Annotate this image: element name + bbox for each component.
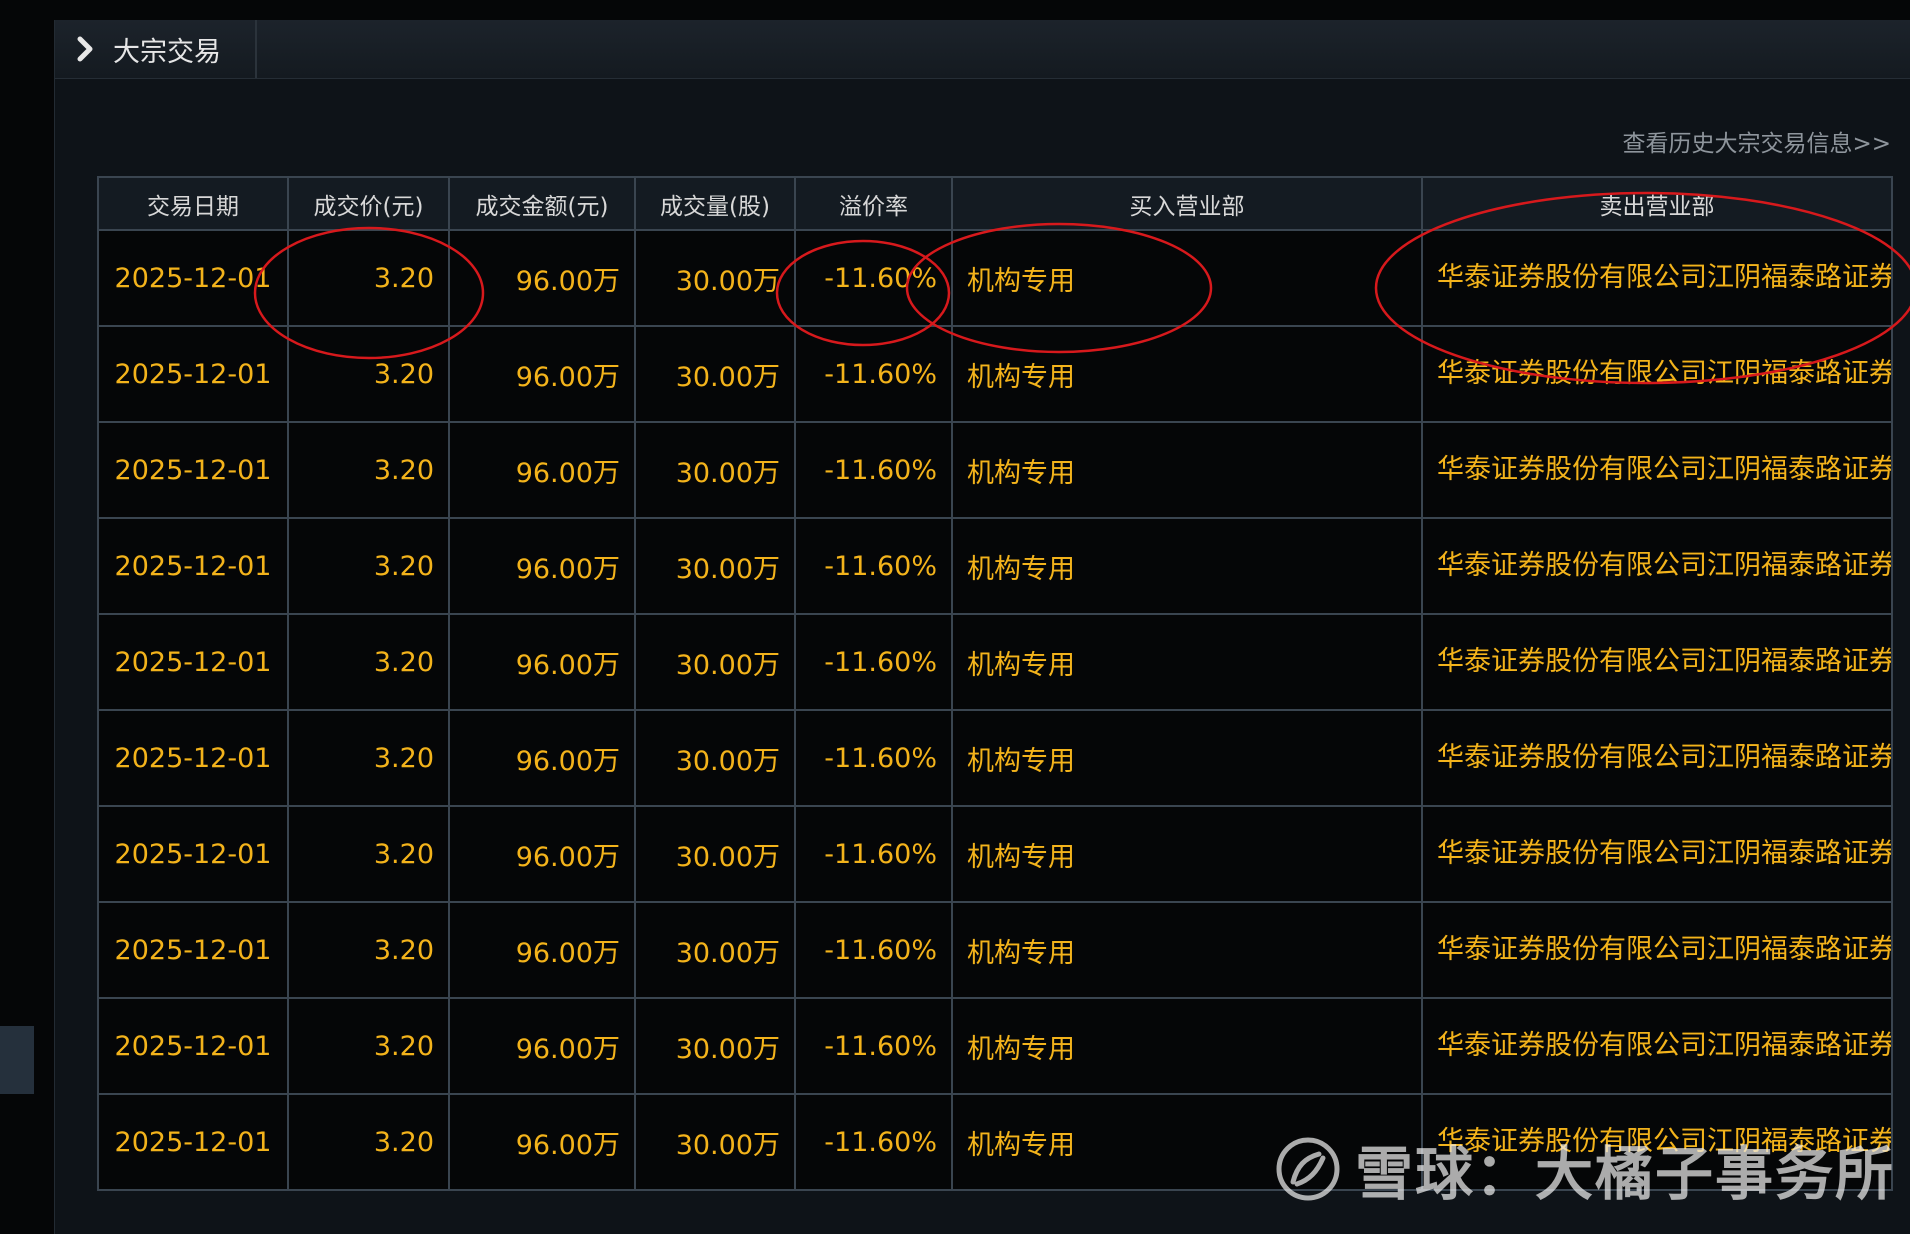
cell-amount: 96.00万 (448, 997, 636, 1095)
panel-header: 大宗交易 (55, 20, 1910, 79)
cell-date: 2025-12-01 (97, 997, 289, 1095)
cell-seller: 华泰证券股份有限公司江阴福泰路证券营业部 (1421, 901, 1893, 999)
cell-price: 3.20 (287, 613, 450, 711)
cell-date: 2025-12-01 (97, 709, 289, 807)
table-header-row: 交易日期 成交价(元) 成交金额(元) 成交量(股) 溢价率 买入营业部 卖出营… (97, 176, 1893, 231)
cell-buyer: 机构专用 (951, 709, 1423, 807)
cell-volume: 30.00万 (634, 613, 796, 711)
panel-title: 大宗交易 (113, 36, 221, 68)
table-row: 2025-12-01 3.20 96.00万 30.00万 -11.60% 机构专用 华泰证… (97, 997, 1893, 1095)
cell-price: 3.20 (287, 997, 450, 1095)
cell-price: 3.20 (287, 229, 450, 327)
sidebar-tab[interactable] (0, 1026, 34, 1094)
col-header-price: 成交价(元) (287, 176, 450, 231)
cell-amount: 96.00万 (448, 805, 636, 903)
cell-price: 3.20 (287, 709, 450, 807)
cell-date: 2025-12-01 (97, 229, 289, 327)
cell-seller: 华泰证券股份有限公司江阴福泰路证券营业部 (1421, 805, 1893, 903)
cell-premium: -11.60% (794, 709, 953, 807)
cell-amount: 96.00万 (448, 613, 636, 711)
table-row: 2025-12-01 3.20 96.00万 30.00万 -11.60% 机构专用 华泰证… (97, 229, 1893, 327)
col-header-date: 交易日期 (97, 176, 289, 231)
cell-price: 3.20 (287, 805, 450, 903)
table-row: 2025-12-01 3.20 96.00万 30.00万 -11.60% 机构专用 华泰证… (97, 325, 1893, 423)
cell-premium: -11.60% (794, 997, 953, 1095)
cell-volume: 30.00万 (634, 421, 796, 519)
cell-volume: 30.00万 (634, 709, 796, 807)
cell-date: 2025-12-01 (97, 421, 289, 519)
cell-premium: -11.60% (794, 517, 953, 615)
cell-amount: 96.00万 (448, 1093, 636, 1191)
cell-seller: 华泰证券股份有限公司江阴福泰路证券营业部 (1421, 517, 1893, 615)
cell-seller: 华泰证券股份有限公司江阴福泰路证券营业部 (1421, 421, 1893, 519)
cell-volume: 30.00万 (634, 229, 796, 327)
cell-buyer: 机构专用 (951, 325, 1423, 423)
col-header-seller: 卖出营业部 (1421, 176, 1893, 231)
cell-buyer: 机构专用 (951, 1093, 1423, 1191)
cell-buyer: 机构专用 (951, 421, 1423, 519)
top-bar (0, 0, 1910, 20)
cell-seller: 华泰证券股份有限公司江阴福泰路证券营业部 (1421, 325, 1893, 423)
cell-amount: 96.00万 (448, 709, 636, 807)
cell-buyer: 机构专用 (951, 901, 1423, 999)
block-trade-table: 交易日期 成交价(元) 成交金额(元) 成交量(股) 溢价率 买入营业部 卖出营… (97, 176, 1893, 1191)
cell-seller: 华泰证券股份有限公司江阴福泰路证券营业部 (1421, 613, 1893, 711)
history-block-trade-link[interactable]: 查看历史大宗交易信息>> (1622, 124, 1891, 158)
block-trade-panel: 大宗交易 查看历史大宗交易信息>> 交易日期 成交价(元) 成交金额(元) 成交… (54, 20, 1910, 1234)
cell-amount: 96.00万 (448, 901, 636, 999)
cell-amount: 96.00万 (448, 517, 636, 615)
cell-seller: 华泰证券股份有限公司江阴福泰路证券营业部 (1421, 709, 1893, 807)
cell-seller: 华泰证券股份有限公司江阴福泰路证券营业部 (1421, 997, 1893, 1095)
cell-buyer: 机构专用 (951, 517, 1423, 615)
chevron-right-icon (77, 36, 93, 62)
cell-price: 3.20 (287, 517, 450, 615)
cell-volume: 30.00万 (634, 997, 796, 1095)
cell-buyer: 机构专用 (951, 805, 1423, 903)
cell-volume: 30.00万 (634, 901, 796, 999)
cell-price: 3.20 (287, 901, 450, 999)
cell-buyer: 机构专用 (951, 997, 1423, 1095)
table-row: 2025-12-01 3.20 96.00万 30.00万 -11.60% 机构专用 华泰证… (97, 613, 1893, 711)
cell-amount: 96.00万 (448, 421, 636, 519)
col-header-amount: 成交金额(元) (448, 176, 636, 231)
cell-volume: 30.00万 (634, 325, 796, 423)
cell-amount: 96.00万 (448, 229, 636, 327)
cell-date: 2025-12-01 (97, 517, 289, 615)
cell-premium: -11.60% (794, 229, 953, 327)
cell-price: 3.20 (287, 421, 450, 519)
table-row: 2025-12-01 3.20 96.00万 30.00万 -11.60% 机构专用 华泰证… (97, 517, 1893, 615)
cell-premium: -11.60% (794, 805, 953, 903)
col-header-buyer: 买入营业部 (951, 176, 1423, 231)
cell-date: 2025-12-01 (97, 901, 289, 999)
cell-buyer: 机构专用 (951, 229, 1423, 327)
cell-seller: 华泰证券股份有限公司江阴福泰路证券营业部 (1421, 229, 1893, 327)
cell-amount: 96.00万 (448, 325, 636, 423)
cell-date: 2025-12-01 (97, 805, 289, 903)
cell-price: 3.20 (287, 1093, 450, 1191)
table-row: 2025-12-01 3.20 96.00万 30.00万 -11.60% 机构专用 华泰证… (97, 1093, 1893, 1191)
tab-block-trade[interactable]: 大宗交易 (55, 20, 257, 78)
cell-premium: -11.60% (794, 325, 953, 423)
table-row: 2025-12-01 3.20 96.00万 30.00万 -11.60% 机构专用 华泰证… (97, 805, 1893, 903)
cell-premium: -11.60% (794, 613, 953, 711)
table-row: 2025-12-01 3.20 96.00万 30.00万 -11.60% 机构专用 华泰证… (97, 421, 1893, 519)
cell-date: 2025-12-01 (97, 1093, 289, 1191)
cell-seller: 华泰证券股份有限公司江阴福泰路证券营业部 (1421, 1093, 1893, 1191)
col-header-premium: 溢价率 (794, 176, 953, 231)
cell-volume: 30.00万 (634, 805, 796, 903)
table-row: 2025-12-01 3.20 96.00万 30.00万 -11.60% 机构专用 华泰证… (97, 901, 1893, 999)
cell-price: 3.20 (287, 325, 450, 423)
cell-date: 2025-12-01 (97, 325, 289, 423)
cell-volume: 30.00万 (634, 517, 796, 615)
cell-premium: -11.60% (794, 421, 953, 519)
cell-date: 2025-12-01 (97, 613, 289, 711)
cell-premium: -11.60% (794, 901, 953, 999)
cell-premium: -11.60% (794, 1093, 953, 1191)
cell-volume: 30.00万 (634, 1093, 796, 1191)
cell-buyer: 机构专用 (951, 613, 1423, 711)
table-row: 2025-12-01 3.20 96.00万 30.00万 -11.60% 机构专用 华泰证… (97, 709, 1893, 807)
col-header-volume: 成交量(股) (634, 176, 796, 231)
